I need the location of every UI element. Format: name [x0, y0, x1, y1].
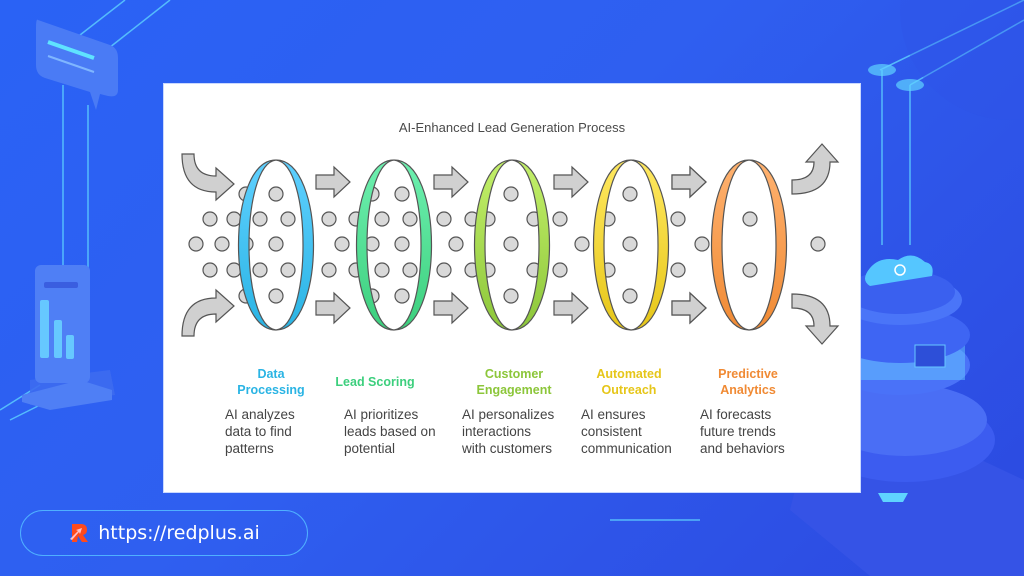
particle-dot — [622, 186, 638, 202]
redplus-logo-icon — [70, 524, 89, 542]
desc-line: future trends — [700, 424, 776, 439]
particle-dot — [321, 211, 337, 227]
flow-arrow-top — [671, 165, 707, 199]
particle-dot — [268, 186, 284, 202]
particle-dot — [622, 288, 638, 304]
stage-title-line: Outreach — [601, 383, 657, 397]
stage-desc-customer-engagement: AI personalizes interactions with custom… — [462, 406, 592, 457]
stage-title-customer-engagement: Customer Engagement — [454, 366, 574, 398]
particle-dot — [402, 262, 418, 278]
desc-line: consistent — [581, 424, 642, 439]
stage-title-automated-outreach: Automated Outreach — [574, 366, 684, 398]
particle-dot — [574, 236, 590, 252]
stage-title-predictive-analytics: Predictive Analytics — [693, 366, 803, 398]
stage-desc-predictive-analytics: AI forecasts future trends and behaviors — [700, 406, 830, 457]
particle-dot — [503, 236, 519, 252]
particle-dot — [280, 262, 296, 278]
particle-dot — [252, 262, 268, 278]
stage-title-line: Engagement — [476, 383, 552, 397]
incoming-arrow-top — [181, 153, 235, 202]
outgoing-arrow-top — [791, 143, 840, 195]
stage-title-lead-scoring: Lead Scoring — [310, 374, 440, 390]
particle-dot — [402, 211, 418, 227]
particle-dot — [503, 288, 519, 304]
desc-line: and behaviors — [700, 441, 785, 456]
diagram-card: AI-Enhanced Lead Generation Process Data… — [164, 84, 860, 492]
particle-dot — [374, 262, 390, 278]
desc-line: AI forecasts — [700, 407, 772, 422]
stage-title-line: Lead Scoring — [335, 375, 415, 389]
particle-dot — [670, 211, 686, 227]
desc-line: AI personalizes — [462, 407, 555, 422]
flow-arrow-bottom — [553, 291, 589, 325]
particle-dot — [374, 211, 390, 227]
desc-line: AI prioritizes — [344, 407, 419, 422]
particle-dot — [252, 211, 268, 227]
stage-title-line: Analytics — [720, 383, 776, 397]
flow-arrow-top — [315, 165, 351, 199]
desc-line: data to find — [225, 424, 292, 439]
particle-dot — [810, 236, 826, 252]
background-circle — [900, 0, 1024, 120]
desc-line: with customers — [462, 441, 553, 456]
particle-dot — [436, 262, 452, 278]
desc-line: communication — [581, 441, 672, 456]
particle-dot — [202, 262, 218, 278]
desc-line: AI analyzes — [225, 407, 295, 422]
particle-dot — [334, 236, 350, 252]
particle-dot — [503, 186, 519, 202]
bar-chart-panel-icon — [22, 265, 115, 410]
stage-desc-automated-outreach: AI ensures consistent communication — [581, 406, 711, 457]
flow-arrow-bottom — [433, 291, 469, 325]
particle-dot — [552, 211, 568, 227]
stage-title-line: Automated — [596, 367, 662, 381]
website-link-pill[interactable]: https://redplus.ai — [20, 510, 308, 556]
particle-dot — [742, 262, 758, 278]
stage-desc-lead-scoring: AI prioritizes leads based on potential — [344, 406, 474, 457]
particle-dot — [188, 236, 204, 252]
particle-dot — [670, 262, 686, 278]
flow-arrow-bottom — [671, 291, 707, 325]
particle-dot — [214, 236, 230, 252]
stage-title-line: Predictive — [718, 367, 778, 381]
particle-dot — [742, 211, 758, 227]
chat-bubble-icon — [36, 19, 118, 110]
desc-line: patterns — [225, 441, 274, 456]
particle-dot — [694, 236, 710, 252]
particle-dot — [202, 211, 218, 227]
desc-line: potential — [344, 441, 396, 456]
stage-desc-data-processing: AI analyzes data to find patterns — [225, 406, 355, 457]
particle-dot — [394, 236, 410, 252]
particle-dot — [436, 211, 452, 227]
desc-line: interactions — [462, 424, 532, 439]
particle-dot — [622, 236, 638, 252]
particle-dot — [321, 262, 337, 278]
particle-dot — [268, 236, 284, 252]
desc-line: leads based on — [344, 424, 436, 439]
flow-arrow-top — [433, 165, 469, 199]
particle-dot — [394, 288, 410, 304]
outgoing-arrow-bottom — [791, 293, 840, 345]
incoming-arrow-bottom — [181, 288, 235, 337]
flow-arrow-bottom — [315, 291, 351, 325]
particle-dot — [448, 236, 464, 252]
stage-title-line: Customer — [484, 367, 544, 381]
particle-dot — [280, 211, 296, 227]
desc-line: AI ensures — [581, 407, 646, 422]
ring-5 — [711, 159, 787, 331]
particle-dot — [552, 262, 568, 278]
website-url[interactable]: https://redplus.ai — [98, 522, 260, 544]
particle-dot — [394, 186, 410, 202]
particle-dot — [268, 288, 284, 304]
flow-arrow-top — [553, 165, 589, 199]
